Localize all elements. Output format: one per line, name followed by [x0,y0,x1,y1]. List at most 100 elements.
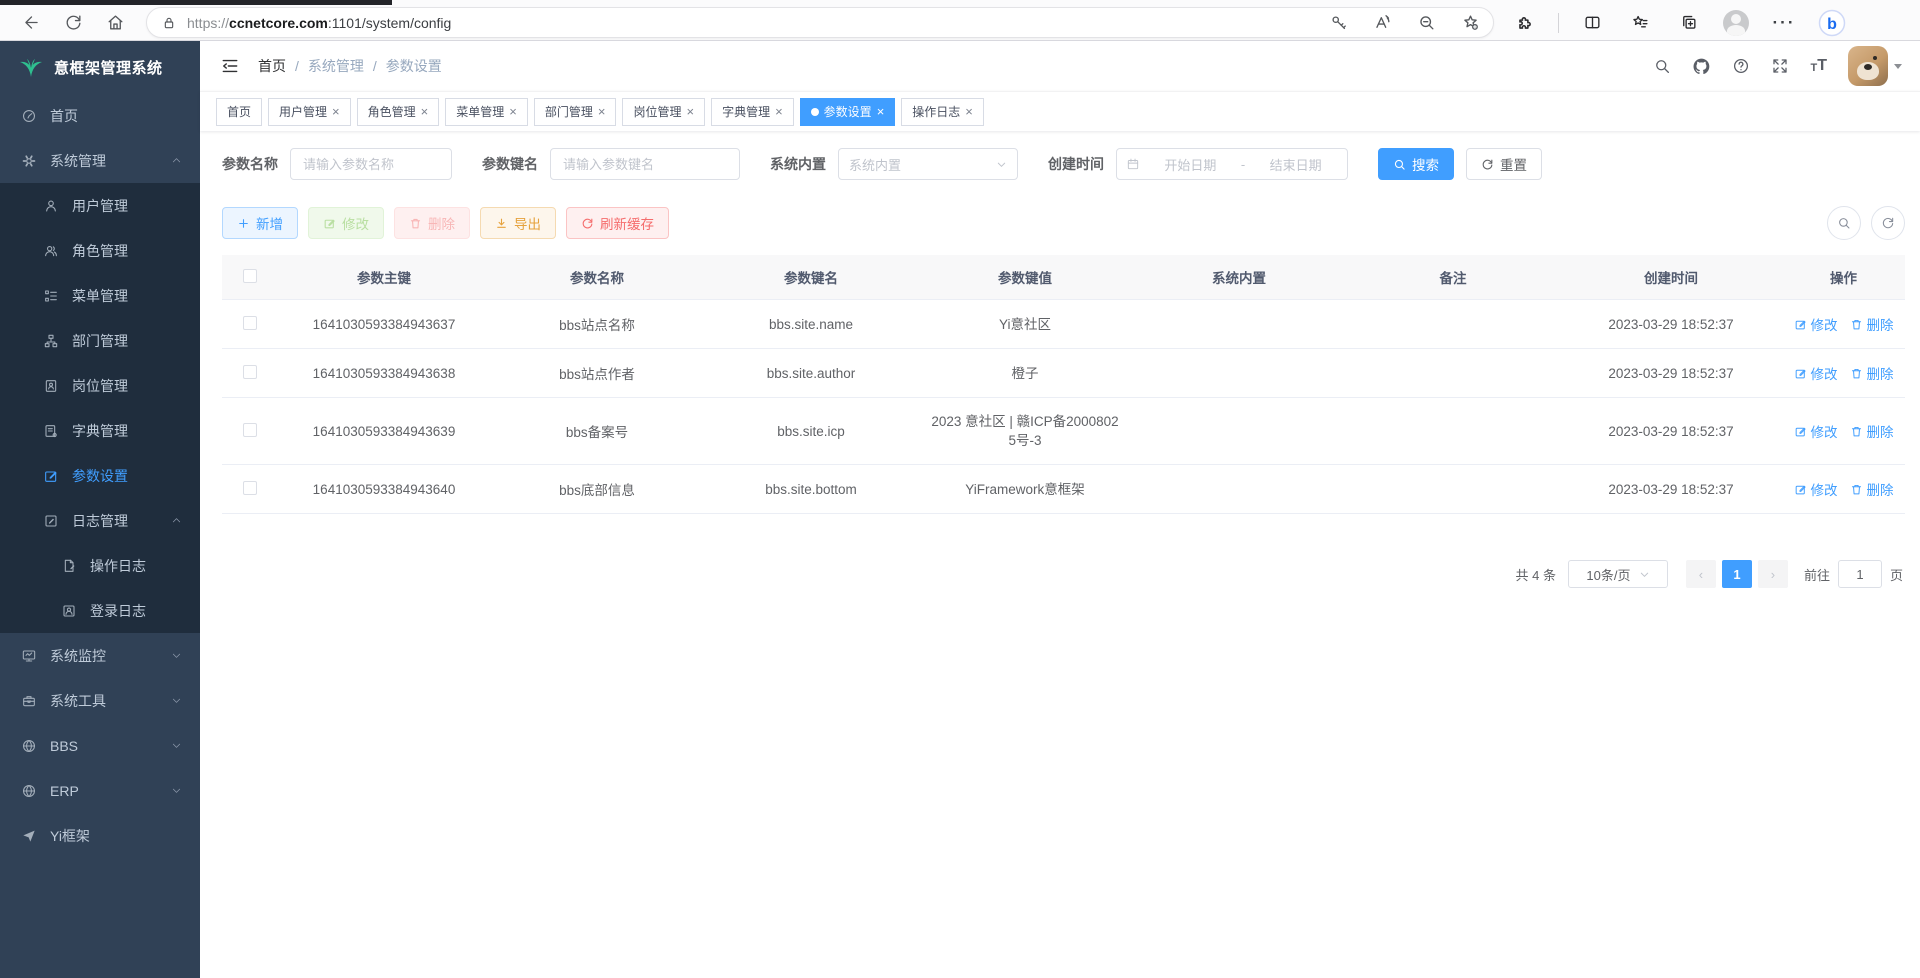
sidebar-item-role-mgmt[interactable]: 角色管理 [0,228,200,273]
sidebar-item-log-mgmt[interactable]: 日志管理 [0,498,200,543]
close-icon[interactable]: × [686,105,694,118]
row-checkbox[interactable] [243,423,257,437]
sidebar-item-bbs[interactable]: BBS [0,723,200,768]
extensions-button[interactable] [1510,9,1540,37]
close-icon[interactable]: × [877,105,885,118]
app-logo[interactable]: 意框架管理系统 [0,41,200,93]
sidebar-item-dept-mgmt[interactable]: 部门管理 [0,318,200,363]
table-row[interactable]: 1641030593384943640 bbs底部信息 bbs.site.bot… [222,465,1905,514]
header-search-button[interactable] [1653,57,1671,75]
sidebar-item-system-monitor[interactable]: 系统监控 [0,633,200,678]
sidebar-item-user-mgmt[interactable]: 用户管理 [0,183,200,228]
browser-settings-button[interactable]: ··· [1769,9,1799,37]
page-size-select[interactable]: 10条/页 [1568,560,1668,588]
tab-home[interactable]: 首页 [216,98,262,126]
bing-chat-button[interactable]: b [1817,9,1847,37]
sidebar-item-yi-framework[interactable]: Yi框架 [0,813,200,858]
row-checkbox[interactable] [243,365,257,379]
sidebar-fold-button[interactable] [214,50,246,82]
close-icon[interactable]: × [965,105,973,118]
search-button[interactable]: 搜索 [1378,148,1454,180]
sidebar-item-login-log[interactable]: 登录日志 [0,588,200,633]
log-icon [42,513,60,529]
table-row[interactable]: 1641030593384943639 bbs备案号 bbs.site.icp … [222,398,1905,465]
sidebar-item-post-mgmt[interactable]: 岗位管理 [0,363,200,408]
browser-home-button[interactable] [98,8,132,38]
tab-role-mgmt[interactable]: 角色管理× [357,98,440,126]
address-bar[interactable]: https://ccnetcore.com:1101/system/config [146,7,1494,38]
user-menu-button[interactable] [1848,46,1902,86]
tab-menu-mgmt[interactable]: 菜单管理× [445,98,528,126]
refresh-cache-button[interactable]: 刷新缓存 [566,207,669,239]
sidebar-item-dict-mgmt[interactable]: 字典管理 [0,408,200,453]
read-aloud-button[interactable] [1367,10,1397,36]
next-page-button[interactable]: › [1758,560,1788,588]
row-delete-link[interactable]: 删除 [1850,363,1894,383]
close-icon[interactable]: × [332,105,340,118]
reset-button[interactable]: 重置 [1466,148,1542,180]
browser-back-button[interactable] [14,8,48,38]
add-favorite-button[interactable] [1455,10,1485,36]
row-delete-link[interactable]: 删除 [1850,314,1894,334]
sidebar-item-label: 菜单管理 [72,286,128,306]
close-icon[interactable]: × [775,105,783,118]
browser-profile-button[interactable] [1721,9,1751,37]
refresh-table-button[interactable] [1871,206,1905,240]
fullscreen-button[interactable] [1771,57,1789,75]
help-button[interactable] [1732,57,1750,75]
font-size-button[interactable]: TT [1810,58,1827,74]
table-row[interactable]: 1641030593384943637 bbs站点名称 bbs.site.nam… [222,300,1905,349]
close-icon[interactable]: × [509,105,517,118]
delete-button[interactable]: 删除 [394,207,470,239]
zoom-out-icon [1417,13,1436,32]
collections-button[interactable] [1673,9,1703,37]
tab-param-config[interactable]: 参数设置× [800,98,896,126]
add-button[interactable]: 新增 [222,207,298,239]
favorites-button[interactable] [1625,9,1655,37]
row-delete-link[interactable]: 删除 [1850,421,1894,441]
close-icon[interactable]: × [421,105,429,118]
password-key-button[interactable] [1323,10,1353,36]
sidebar-item-param-config[interactable]: 参数设置 [0,453,200,498]
page-1-button[interactable]: 1 [1722,560,1752,588]
row-delete-link[interactable]: 删除 [1850,479,1894,499]
github-link-button[interactable] [1692,57,1711,76]
trash-icon [1850,318,1863,331]
row-edit-link[interactable]: 修改 [1794,363,1838,383]
select-all-checkbox[interactable] [243,269,257,283]
builtin-select[interactable]: 系统内置 [838,148,1018,180]
sidebar-item-operation-log[interactable]: 操作日志 [0,543,200,588]
toggle-search-button[interactable] [1827,206,1861,240]
lock-icon[interactable] [161,15,177,31]
sidebar-item-system-tools[interactable]: 系统工具 [0,678,200,723]
tab-post-mgmt[interactable]: 岗位管理× [622,98,705,126]
sidebar-item-menu-mgmt[interactable]: 菜单管理 [0,273,200,318]
browser-refresh-button[interactable] [56,8,90,38]
row-edit-link[interactable]: 修改 [1794,421,1838,441]
row-checkbox[interactable] [243,316,257,330]
row-checkbox[interactable] [243,481,257,495]
table-row[interactable]: 1641030593384943638 bbs站点作者 bbs.site.aut… [222,349,1905,398]
fullscreen-icon [1771,57,1789,75]
prev-page-button[interactable]: ‹ [1686,560,1716,588]
split-screen-button[interactable] [1577,9,1607,37]
param-key-input[interactable] [550,148,740,180]
tab-dept-mgmt[interactable]: 部门管理× [534,98,617,126]
tab-dict-mgmt[interactable]: 字典管理× [711,98,794,126]
sidebar-item-system-mgmt[interactable]: 系统管理 [0,138,200,183]
sidebar: 意框架管理系统 首页 系统管理 用户管理 角色管理 菜单管理 部门管理 [0,41,200,978]
row-edit-link[interactable]: 修改 [1794,479,1838,499]
sidebar-item-home[interactable]: 首页 [0,93,200,138]
tab-operation-log[interactable]: 操作日志× [901,98,984,126]
breadcrumb-home[interactable]: 首页 [258,56,286,76]
sidebar-item-erp[interactable]: ERP [0,768,200,813]
tab-user-mgmt[interactable]: 用户管理× [268,98,351,126]
zoom-out-button[interactable] [1411,10,1441,36]
close-icon[interactable]: × [598,105,606,118]
edit-button[interactable]: 修改 [308,207,384,239]
export-button[interactable]: 导出 [480,207,556,239]
date-range-picker[interactable]: 开始日期 - 结束日期 [1116,148,1348,180]
param-name-input[interactable] [290,148,452,180]
row-edit-link[interactable]: 修改 [1794,314,1838,334]
goto-page-input[interactable] [1838,560,1882,588]
